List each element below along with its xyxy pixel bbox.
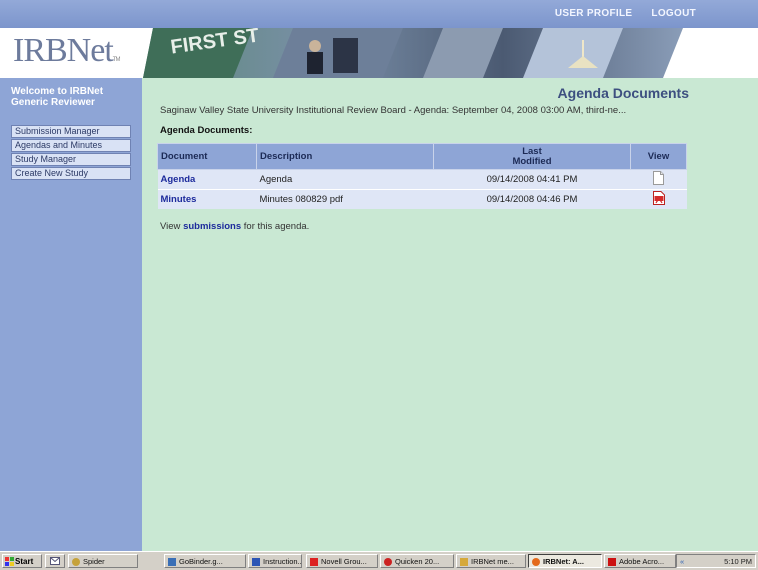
document-modified: 09/14/2008 04:46 PM: [433, 189, 631, 209]
spider-icon: [72, 558, 80, 566]
view-cell: [630, 169, 687, 190]
taskbar-label: Adobe Acro...: [619, 557, 665, 566]
user-profile-link[interactable]: USER PROFILE: [555, 8, 633, 19]
taskbar-button-irbnet-agenda[interactable]: IRBNet: A...: [528, 554, 602, 568]
quicken-icon: [384, 558, 392, 566]
taskbar-button-irbnet-message[interactable]: IRBNet me...: [456, 554, 526, 568]
sidebar-item-create-new-study[interactable]: Create New Study: [11, 167, 131, 180]
document-modified: 09/14/2008 04:41 PM: [433, 169, 631, 190]
taskbar-button-instruction[interactable]: Instruction...: [248, 554, 302, 568]
taskbar-label: Quicken 20...: [395, 557, 440, 566]
agenda-documents-table: Document Description Last Modified View A…: [157, 143, 687, 209]
view-cell: [630, 189, 687, 209]
word-document-icon: [252, 558, 260, 566]
envelope-icon: [50, 557, 60, 565]
view-submissions-line: View submissions for this agenda.: [160, 221, 309, 232]
document-description: Minutes 080829 pdf: [256, 189, 434, 209]
tray-icons[interactable]: «: [677, 555, 684, 569]
start-button[interactable]: Start: [2, 554, 42, 568]
logo-trademark: TM: [112, 57, 121, 63]
taskbar-button-adobe-acrobat[interactable]: Adobe Acro...: [604, 554, 676, 568]
table-header-row: Document Description Last Modified View: [157, 143, 687, 170]
document-link[interactable]: Agenda: [157, 169, 257, 190]
column-header-last-modified[interactable]: Last Modified: [433, 143, 631, 170]
start-label: Start: [15, 557, 34, 566]
document-link-text[interactable]: Agenda: [161, 174, 196, 185]
sidebar-item-study-manager[interactable]: Study Manager: [11, 153, 131, 166]
gobinder-icon: [168, 558, 176, 566]
windows-taskbar: Start Spider GoBinder.g... Instruction..…: [0, 551, 758, 570]
taskbar-label: Instruction...: [263, 557, 302, 566]
column-header-view: View: [630, 143, 687, 170]
clock[interactable]: 5:10 PM: [724, 557, 752, 566]
top-bar: USER PROFILE LOGOUT: [0, 0, 758, 28]
top-nav: USER PROFILE LOGOUT: [539, 8, 696, 19]
document-icon[interactable]: [653, 171, 664, 185]
column-header-document[interactable]: Document: [157, 143, 257, 170]
view-prefix: View: [160, 221, 181, 232]
document-link[interactable]: Minutes: [157, 189, 257, 209]
logo-text: IRBNet: [13, 32, 114, 69]
acrobat-icon: [608, 558, 616, 566]
submissions-link[interactable]: submissions: [183, 221, 241, 232]
page-title: Agenda Documents: [557, 85, 689, 101]
irbnet-mail-icon: [460, 558, 468, 566]
quick-launch-email[interactable]: [45, 554, 65, 568]
taskbar-button-quicken[interactable]: Quicken 20...: [380, 554, 454, 568]
taskbar-button-gobinder[interactable]: GoBinder.g...: [164, 554, 246, 568]
sidebar-item-agendas-and-minutes[interactable]: Agendas and Minutes: [11, 139, 131, 152]
irbnet-logo[interactable]: IRBNetTM: [13, 32, 121, 70]
header: IRBNetTM FIRST ST: [0, 28, 758, 78]
sidebar: Welcome to IRBNet Generic Reviewer Submi…: [0, 78, 142, 551]
agenda-subtitle: Saginaw Valley State University Institut…: [160, 105, 627, 116]
firefox-icon: [532, 558, 540, 566]
groupwise-icon: [310, 558, 318, 566]
taskbar-label: IRBNet: A...: [543, 557, 584, 566]
header-banner-image: FIRST ST: [143, 28, 743, 78]
table-row: Agenda Agenda 09/14/2008 04:41 PM: [157, 169, 687, 190]
welcome-message: Welcome to IRBNet Generic Reviewer: [11, 86, 104, 108]
column-header-description[interactable]: Description: [256, 143, 434, 170]
taskbar-label: GoBinder.g...: [179, 557, 223, 566]
column-header-modified: Modified: [512, 155, 552, 167]
taskbar-label: IRBNet me...: [471, 557, 514, 566]
sidebar-menu: Submission Manager Agendas and Minutes S…: [11, 125, 133, 181]
windows-logo-icon: [5, 557, 14, 566]
view-suffix: for this agenda.: [243, 221, 310, 232]
document-link-text[interactable]: Minutes: [161, 194, 197, 205]
document-description: Agenda: [256, 169, 434, 190]
logout-link[interactable]: LOGOUT: [651, 8, 696, 19]
taskbar-button-novell[interactable]: Novell Grou...: [306, 554, 378, 568]
taskbar-label: Novell Grou...: [321, 557, 367, 566]
taskbar-label: Spider: [83, 557, 105, 566]
taskbar-button-spider[interactable]: Spider: [68, 554, 138, 568]
table-title: Agenda Documents:: [160, 125, 253, 136]
table-row: Minutes Minutes 080829 pdf 09/14/2008 04…: [157, 189, 687, 209]
system-tray: « 5:10 PM: [676, 554, 756, 568]
pdf-icon[interactable]: [652, 191, 665, 205]
sidebar-item-submission-manager[interactable]: Submission Manager: [11, 125, 131, 138]
